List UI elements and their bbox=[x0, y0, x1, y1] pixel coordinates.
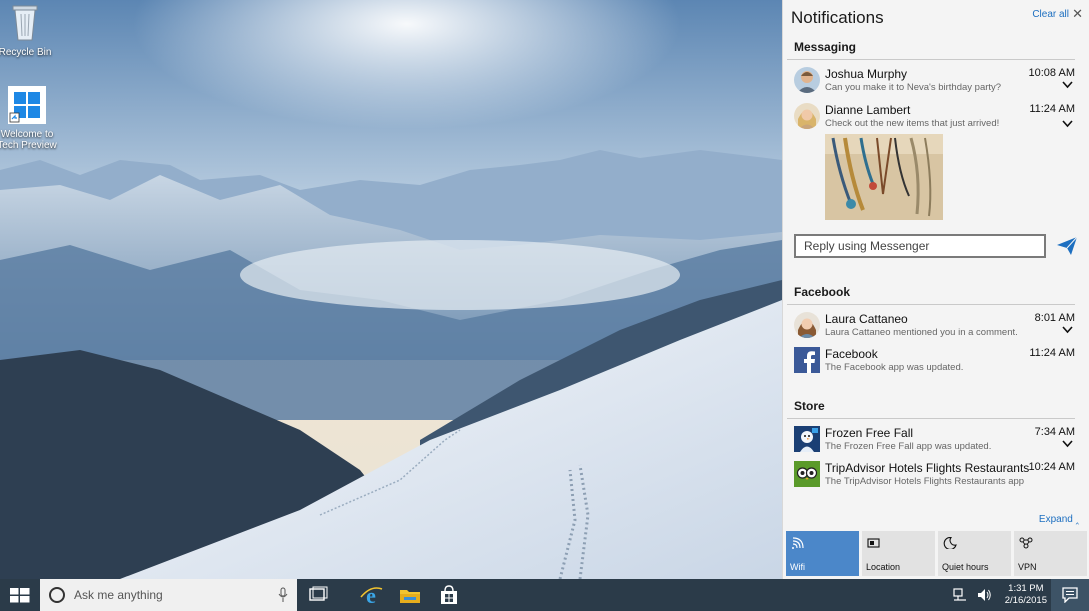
notification-item[interactable]: TripAdvisor Hotels Flights Restaurants T… bbox=[783, 461, 1083, 495]
group-header-store[interactable]: Store bbox=[794, 399, 825, 413]
action-center-panel: Notifications Clear all ✕ Messaging Josh… bbox=[782, 0, 1089, 579]
notification-item[interactable]: Frozen Free Fall The Frozen Free Fall ap… bbox=[783, 426, 1083, 460]
close-icon[interactable]: ✕ bbox=[1072, 6, 1083, 22]
notification-item[interactable]: Dianne Lambert Check out the new items t… bbox=[783, 103, 1083, 137]
quick-action-label: Wifi bbox=[790, 562, 805, 572]
notification-sender: Dianne Lambert bbox=[825, 103, 911, 117]
notification-time: 7:34 AM bbox=[1034, 426, 1075, 438]
notification-sender: Laura Cattaneo bbox=[825, 312, 908, 326]
desktop-icon-label: Recycle Bin bbox=[0, 47, 52, 58]
desktop: Recycle Bin Welcome to Tech Preview bbox=[0, 0, 782, 579]
avatar bbox=[794, 312, 820, 338]
network-icon[interactable] bbox=[952, 587, 968, 603]
divider bbox=[787, 304, 1075, 305]
notification-message: The Frozen Free Fall app was updated. bbox=[825, 441, 992, 452]
notification-item[interactable]: Facebook The Facebook app was updated. 1… bbox=[783, 347, 1083, 381]
notification-item[interactable]: Laura Cattaneo Laura Cattaneo mentioned … bbox=[783, 312, 1083, 346]
notification-icon bbox=[1062, 587, 1078, 603]
wallpaper-mountains bbox=[0, 0, 782, 579]
clock[interactable]: 1:31 PM 2/16/2015 bbox=[1005, 583, 1047, 607]
avatar bbox=[794, 67, 820, 93]
quick-action-vpn[interactable]: VPN bbox=[1014, 531, 1087, 576]
notification-time: 10:24 AM bbox=[1028, 461, 1075, 473]
chevron-down-icon[interactable] bbox=[1062, 120, 1073, 128]
svg-text:e: e bbox=[366, 583, 376, 607]
clock-date: 2/16/2015 bbox=[1004, 595, 1047, 606]
windows-logo-icon bbox=[8, 86, 46, 124]
file-explorer-icon[interactable] bbox=[397, 583, 423, 607]
desktop-icon-label: Welcome to Tech Preview bbox=[0, 129, 57, 151]
internet-explorer-icon[interactable]: e bbox=[358, 583, 384, 607]
notification-time: 10:08 AM bbox=[1028, 67, 1075, 79]
recycle-bin-icon bbox=[12, 5, 38, 41]
reply-input[interactable] bbox=[794, 234, 1046, 258]
notification-time: 11:24 AM bbox=[1029, 103, 1075, 115]
expand-label: Expand bbox=[1038, 514, 1073, 525]
quick-action-wifi[interactable]: Wifi bbox=[786, 531, 859, 576]
notification-sender: Joshua Murphy bbox=[825, 67, 908, 81]
start-button[interactable] bbox=[0, 579, 40, 611]
vpn-icon bbox=[1019, 537, 1033, 549]
quick-action-label: VPN bbox=[1018, 562, 1037, 572]
group-header-facebook[interactable]: Facebook bbox=[794, 285, 850, 299]
notification-time: 11:24 AM bbox=[1029, 347, 1075, 359]
notification-message: Check out the new items that just arrive… bbox=[825, 118, 1000, 129]
chevron-down-icon[interactable] bbox=[1062, 81, 1073, 89]
frozen-free-fall-app-icon bbox=[794, 426, 820, 452]
volume-icon[interactable] bbox=[976, 587, 992, 603]
quick-action-label: Quiet hours bbox=[942, 562, 989, 572]
quick-action-label: Location bbox=[866, 562, 901, 572]
search-placeholder: Ask me anything bbox=[74, 588, 163, 602]
send-icon[interactable] bbox=[1056, 236, 1078, 256]
expand-link[interactable]: Expand ‸ bbox=[1039, 514, 1079, 525]
chevron-down-icon[interactable] bbox=[1062, 440, 1073, 448]
task-view-icon[interactable] bbox=[304, 583, 330, 607]
microphone-icon[interactable] bbox=[278, 587, 288, 603]
notification-sender: TripAdvisor Hotels Flights Restaurants bbox=[825, 461, 1030, 475]
desktop-icon-welcome[interactable]: Welcome to Tech Preview bbox=[0, 86, 62, 151]
group-header-messaging[interactable]: Messaging bbox=[794, 40, 856, 54]
facebook-icon bbox=[794, 347, 820, 373]
chevron-down-icon[interactable] bbox=[1062, 326, 1073, 334]
notification-message: The TripAdvisor Hotels Flights Restauran… bbox=[825, 476, 1025, 487]
desktop-icon-recycle-bin[interactable]: Recycle Bin bbox=[0, 4, 60, 58]
moon-icon bbox=[943, 537, 957, 549]
taskbar: Ask me anything e 1:31 PM 2/16/2015 bbox=[0, 579, 1089, 611]
location-icon bbox=[867, 538, 880, 548]
cortana-icon[interactable] bbox=[49, 587, 65, 603]
tripadvisor-owl-icon bbox=[794, 461, 820, 487]
quick-action-location[interactable]: Location bbox=[862, 531, 935, 576]
clear-all-link[interactable]: Clear all bbox=[1032, 9, 1069, 20]
notification-time: 8:01 AM bbox=[1034, 312, 1075, 324]
avatar bbox=[794, 103, 820, 129]
notification-message: Laura Cattaneo mentioned you in a commen… bbox=[825, 327, 1018, 338]
quick-action-quiet-hours[interactable]: Quiet hours bbox=[938, 531, 1011, 576]
wifi-icon bbox=[792, 537, 804, 549]
chevron-up-icon: ‸ bbox=[1075, 514, 1079, 525]
divider bbox=[787, 418, 1075, 419]
notification-message: Can you make it to Neva's birthday party… bbox=[825, 82, 1002, 93]
action-center-button[interactable] bbox=[1051, 579, 1089, 611]
notification-sender: Frozen Free Fall bbox=[825, 426, 914, 440]
store-icon[interactable] bbox=[436, 583, 462, 607]
notification-sender: Facebook bbox=[825, 347, 878, 361]
notification-item[interactable]: Joshua Murphy Can you make it to Neva's … bbox=[783, 67, 1083, 101]
notification-message: The Facebook app was updated. bbox=[825, 362, 964, 373]
divider bbox=[787, 59, 1075, 60]
panel-title: Notifications bbox=[791, 8, 884, 27]
clock-time: 1:31 PM bbox=[1008, 583, 1044, 594]
necklace-photo-attachment[interactable] bbox=[825, 134, 943, 220]
search-box[interactable]: Ask me anything bbox=[40, 579, 297, 611]
